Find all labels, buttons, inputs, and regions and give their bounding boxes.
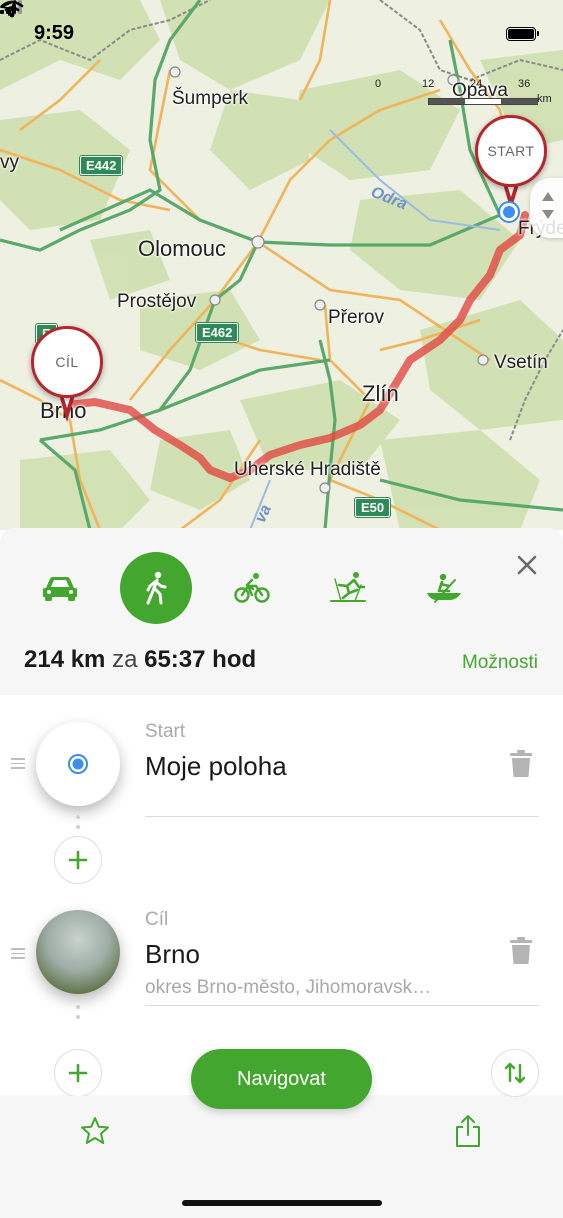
mode-ski-button[interactable] bbox=[312, 552, 384, 624]
trash-icon[interactable] bbox=[509, 750, 533, 778]
waypoint-start-title[interactable]: Moje poloha bbox=[145, 751, 287, 782]
trash-icon[interactable] bbox=[509, 937, 533, 965]
divider bbox=[145, 816, 539, 817]
route-summary-connector: za bbox=[112, 646, 138, 673]
waypoint-finish-title[interactable]: Brno bbox=[145, 939, 200, 970]
mode-boat-button[interactable] bbox=[408, 552, 480, 624]
divider bbox=[145, 1005, 539, 1006]
share-icon[interactable] bbox=[454, 1114, 482, 1148]
mode-bike-button[interactable] bbox=[216, 552, 288, 624]
map-label-vsetin: Vsetín bbox=[494, 352, 548, 373]
canoe-icon bbox=[427, 573, 461, 603]
scale-bar-segments bbox=[428, 98, 538, 105]
plus-icon bbox=[68, 1063, 88, 1083]
route-options-link[interactable]: Možnosti bbox=[462, 652, 538, 674]
battery-icon bbox=[506, 27, 539, 41]
swap-waypoints-button[interactable] bbox=[491, 1049, 539, 1097]
skier-icon bbox=[330, 572, 366, 602]
road-badge-e50: E50 bbox=[353, 497, 392, 518]
add-waypoint-button[interactable] bbox=[54, 1049, 102, 1097]
map-scale-bar: 0 12 24 36 km bbox=[372, 78, 558, 114]
my-location-icon bbox=[68, 754, 88, 774]
map-label-prerov: Přerov bbox=[328, 307, 384, 328]
connector-dots bbox=[76, 1005, 80, 1025]
map-zoom-control[interactable] bbox=[530, 178, 563, 238]
scale-tick-3: 36 bbox=[518, 78, 531, 90]
star-icon[interactable] bbox=[80, 1116, 110, 1146]
destination-photo[interactable] bbox=[36, 910, 120, 994]
chevron-up-icon bbox=[542, 192, 554, 201]
map-label-zlin: Zlín bbox=[362, 381, 399, 406]
drag-handle-icon[interactable] bbox=[11, 758, 25, 772]
home-indicator[interactable] bbox=[182, 1200, 382, 1206]
scale-tick-0: 0 bbox=[375, 78, 382, 90]
car-icon bbox=[43, 577, 77, 601]
scale-tick-1: 12 bbox=[422, 78, 435, 90]
route-summary: 214 km za 65:37 hod bbox=[24, 646, 256, 674]
plus-icon bbox=[68, 850, 88, 870]
waypoint-list: Start Moje poloha Cíl Brno okres Brno-mě… bbox=[0, 695, 563, 1095]
pedestrian-icon bbox=[146, 571, 167, 605]
mode-walk-button[interactable] bbox=[120, 552, 192, 624]
waypoint-finish-label: Cíl bbox=[145, 909, 169, 930]
status-time: 9:59 bbox=[34, 22, 75, 44]
map-label-prostejov: Prostějov bbox=[117, 291, 197, 312]
scale-unit: km bbox=[537, 93, 552, 105]
road-badge-e462: E462 bbox=[194, 322, 240, 343]
bottom-toolbar bbox=[0, 1096, 563, 1218]
navigate-button[interactable]: Navigovat bbox=[191, 1049, 372, 1109]
scale-tick-2: 24 bbox=[470, 78, 483, 90]
start-pin-label: START bbox=[475, 115, 547, 187]
swap-vertical-icon bbox=[504, 1062, 526, 1084]
route-distance: 214 km bbox=[24, 646, 106, 673]
start-waypoint-marker[interactable] bbox=[36, 722, 120, 806]
map-label-olomouc: Olomouc bbox=[138, 236, 227, 261]
wifi-icon bbox=[0, 0, 24, 18]
finish-pin[interactable]: CÍL bbox=[31, 326, 103, 426]
map-label-uherske-hradiste: Uherské Hradiště bbox=[234, 459, 381, 480]
current-location-marker bbox=[498, 201, 520, 223]
road-badge-e442: E442 bbox=[78, 155, 124, 176]
add-waypoint-button[interactable] bbox=[54, 836, 102, 884]
mode-car-button[interactable] bbox=[24, 552, 96, 624]
map-view[interactable]: Opava Šumperk Olomouc Prostějov Přerov Z… bbox=[0, 0, 563, 530]
waypoint-start-label: Start bbox=[145, 721, 186, 742]
chevron-down-icon bbox=[542, 210, 554, 219]
map-label-edge: vy bbox=[0, 152, 19, 173]
drag-handle-icon[interactable] bbox=[11, 948, 25, 962]
bicycle-icon bbox=[234, 573, 270, 603]
close-icon[interactable] bbox=[512, 550, 542, 580]
route-duration: 65:37 hod bbox=[144, 646, 257, 673]
finish-pin-label: CÍL bbox=[31, 326, 103, 398]
waypoint-finish-description: okres Brno-město, Jihomoravsk… bbox=[145, 977, 432, 998]
map-label-sumperk: Šumperk bbox=[172, 88, 249, 109]
connector-dots bbox=[76, 815, 80, 835]
